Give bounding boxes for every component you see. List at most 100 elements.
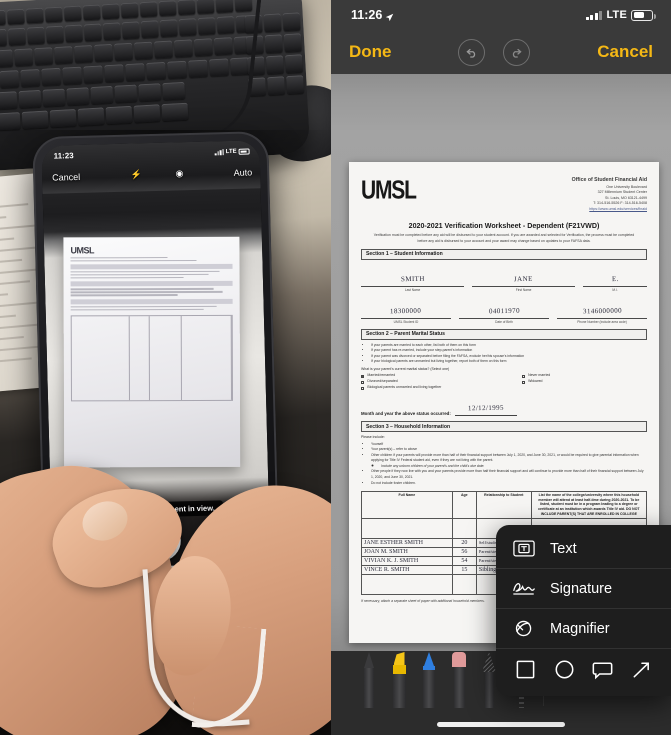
inner-cancel-button[interactable]: Cancel [52,171,80,182]
bullet-item: Do not include foster children. [371,481,647,487]
shape-tools-row [496,648,671,696]
battery-icon [631,9,656,21]
preview-section-band [70,263,233,270]
option-unmarried-living-together[interactable]: Biological parents unmarried and living … [361,385,522,391]
network-label: LTE [606,9,627,21]
undo-redo-group [458,38,531,66]
marital-status-question: What is your parent's current marital st… [361,367,450,372]
office-address-block: Office of Student Financial Aid One Univ… [572,176,647,212]
status-time: 11:26 [351,8,383,22]
option-label: Biological parents unmarried and living … [367,385,442,390]
field-label: Last Name [404,287,421,292]
inner-status-right: LTE [214,147,250,155]
column-header-age: Age [451,491,477,519]
section2-bullets: If your parents are married to each othe… [371,343,647,365]
document-subtitle: Verification must be completed before an… [373,233,635,243]
cancel-button[interactable]: Cancel [597,42,653,62]
signature-icon [512,578,536,599]
popup-item-signature[interactable]: Signature [496,568,671,608]
status-bar: 11:26 LTE [331,0,671,30]
cell-age: 20 [451,537,477,548]
field-label: M.I. [612,287,618,292]
eraser-tool[interactable] [449,652,469,708]
highlighter-tool[interactable] [389,652,409,708]
section1-header: Section 1 – Student Information [361,248,647,261]
popup-item-label: Text [550,540,577,557]
inner-status-time: 11:23 [53,151,74,161]
cell-age: 15 [451,564,477,575]
home-indicator[interactable] [437,722,565,727]
inner-signal-icon [214,148,224,155]
field-last-name[interactable]: SMITH Last Name [361,268,465,292]
arrow-shape-icon[interactable] [631,659,652,685]
section3-bullets: Yourself Your parent(s) – refer to above… [371,442,647,486]
text-box-icon [512,538,536,559]
column-header-college: List the name of the college/university … [530,491,648,519]
status-month-field[interactable]: 12/12/1995 [454,397,517,417]
field-label: First Name [515,287,532,292]
square-shape-icon[interactable] [515,659,536,685]
section1-row2: 18300000 UMSL Student ID 04011970 Date o… [361,300,647,324]
field-label: UMSL Student ID [393,319,419,324]
column-header-relationship: Relationship to Student [475,491,532,519]
done-button[interactable]: Done [349,42,392,62]
section1-row1: SMITH Last Name JANE First Name E. M.I. [361,268,647,292]
option-label: Widowed [528,379,543,384]
cell-full-name: JOAN M. SMITH [361,546,453,557]
field-label: Date of Birth [495,319,513,324]
field-value: E. [611,274,619,284]
speech-bubble-shape-icon[interactable] [592,659,613,685]
section2-header: Section 2 – Parent Marital Status [361,328,647,340]
status-month-label: Month and year the above status occurred… [361,411,451,417]
markup-editor-panel: 11:26 LTE Done Cancel UMSL Office of Stu… [331,0,671,735]
cell-age: 54 [451,555,477,566]
office-url: https://www.umsl.edu/services/finaid [589,206,647,211]
popup-item-label: Magnifier [550,620,610,637]
marker-tool[interactable] [419,652,439,708]
preview-section-band-3 [70,298,233,305]
inner-network-label: LTE [225,148,237,155]
flash-icon[interactable]: ⚡ [130,169,142,180]
checkbox-icon[interactable] [521,380,526,384]
checkbox-icon[interactable] [361,374,365,379]
umsl-logo: UMSL [361,176,417,205]
undo-icon[interactable] [458,38,486,66]
column-header-full-name: Full Name [361,491,453,519]
field-middle-initial[interactable]: E. M.I. [583,268,647,292]
cell-age: 56 [451,546,477,557]
cell-full-name: JANE ESTHER SMITH [361,537,453,548]
option-widowed[interactable]: Widowed [521,379,647,385]
inner-auto-button[interactable]: Auto [233,167,252,177]
status-left: 11:26 [351,8,394,22]
viewfinder-center-icons: ⚡ ◉ [130,168,183,180]
popup-item-magnifier[interactable]: Magnifier [496,608,671,648]
section3-header: Section 3 – Household Information [361,421,647,433]
checkbox-icon[interactable] [521,374,526,379]
circle-shape-icon[interactable] [554,659,575,685]
preview-section-band-2 [70,281,233,287]
popup-item-label: Signature [550,580,613,597]
field-value: 3146000000 [582,306,622,316]
filter-icon[interactable]: ◉ [175,168,183,179]
redo-icon[interactable] [503,38,531,66]
field-phone-number[interactable]: 3146000000 Phone Number (include area co… [557,300,647,324]
field-first-name[interactable]: JANE First Name [472,268,576,292]
magnifier-icon [512,618,536,639]
status-right: LTE [585,9,656,21]
field-student-id[interactable]: 18300000 UMSL Student ID [361,300,451,324]
cell-full-name: VINCE R. SMITH [361,564,453,575]
document-title: 2020-2021 Verification Worksheet - Depen… [408,222,600,231]
screenshot-stage: 11:23 LTE Cancel ⚡ ◉ Auto UMSL in view. … [0,0,671,735]
markup-options-popup: Text Signature Magnifier [496,525,671,696]
pen-tool[interactable] [359,652,379,708]
cell-full-name: VIVIAN K. J. SMITH [361,555,453,566]
popup-item-text[interactable]: Text [496,529,671,568]
inner-battery-icon [238,147,250,155]
nav-bar: Done Cancel [331,30,671,74]
field-date-of-birth[interactable]: 04011970 Date of Birth [459,300,549,324]
checkbox-icon[interactable] [361,386,365,390]
checkbox-icon[interactable] [361,380,365,384]
field-value: 12/12/1995 [467,403,504,413]
field-value: 04011970 [488,306,520,316]
bullet-item: Other people if they now live with you a… [371,469,647,480]
